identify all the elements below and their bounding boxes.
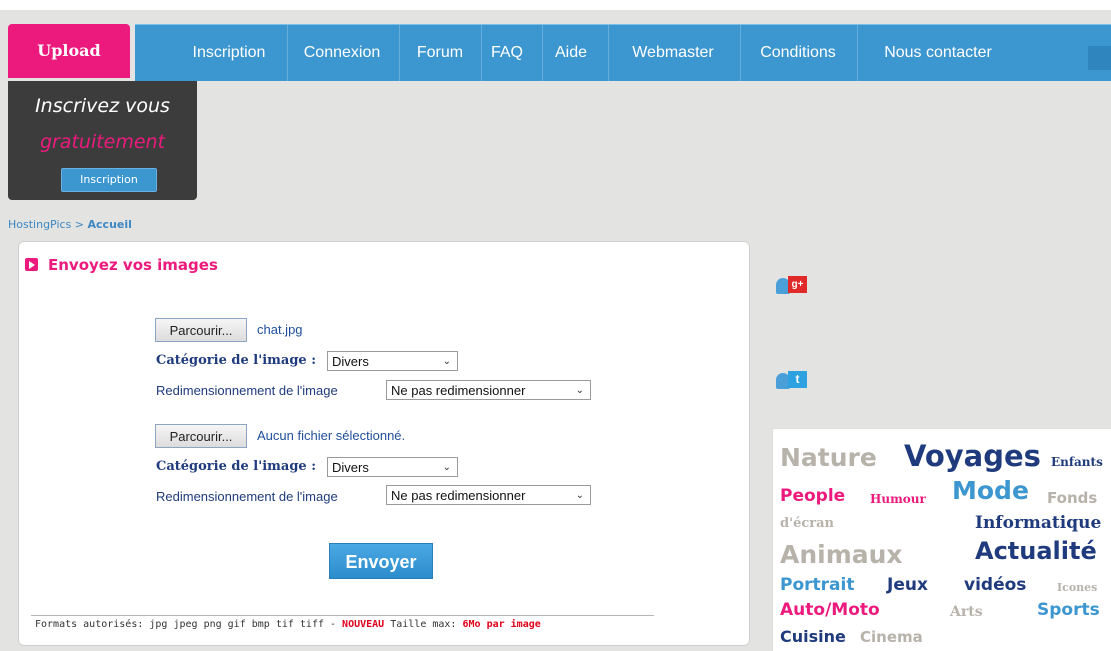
tag-icones[interactable]: Icones	[1057, 581, 1097, 594]
breadcrumb-site-link[interactable]: HostingPics	[8, 218, 71, 231]
tag-voyages[interactable]: Voyages	[904, 439, 1041, 473]
divider	[31, 615, 654, 616]
nav-forum[interactable]: Forum	[405, 25, 475, 81]
play-bullet-icon	[25, 258, 38, 271]
nav-nous-contacter[interactable]: Nous contacter	[863, 25, 1013, 81]
nav-divider	[542, 25, 543, 81]
upload-panel: Envoyez vos images Parcourir... chat.jpg…	[18, 241, 750, 646]
promo-line-2: gratuitement	[39, 131, 166, 153]
tag-people[interactable]: People	[780, 486, 845, 506]
size-text: Taille max:	[384, 619, 463, 630]
main-nav: Inscription Connexion Forum FAQ Aide Web…	[135, 24, 1111, 81]
breadcrumb: HostingPics > Accueil	[8, 218, 132, 231]
resize-select-1[interactable]: Ne pas redimensionner ⌄	[386, 380, 591, 400]
nav-divider	[399, 25, 400, 81]
file-name-2: Aucun fichier sélectionné.	[257, 428, 406, 443]
nav-divider	[608, 25, 609, 81]
category-select-2[interactable]: Divers ⌄	[327, 457, 458, 477]
tag-animaux[interactable]: Animaux	[780, 540, 903, 569]
tag-nature[interactable]: Nature	[780, 443, 877, 472]
breadcrumb-separator: >	[71, 218, 88, 231]
promo-line-1: Inscrivez vous	[35, 95, 170, 117]
new-badge: NOUVEAU	[342, 619, 385, 630]
resize-label-2: Redimensionnement de l'image	[156, 489, 338, 504]
browse-button-2[interactable]: Parcourir...	[155, 424, 247, 448]
promo-inscription-button[interactable]: Inscription	[61, 168, 157, 192]
tag-cloud: Nature Voyages Enfants People Humour Mod…	[772, 428, 1111, 651]
formats-info: Formats autorisés: jpg jpeg png gif bmp …	[35, 619, 541, 630]
nav-aide[interactable]: Aide	[545, 25, 597, 81]
upload-panel-title-text: Envoyez vos images	[48, 256, 218, 274]
upload-button[interactable]: Upload	[8, 24, 130, 78]
tag-auto-moto[interactable]: Auto/Moto	[780, 600, 880, 620]
upload-panel-title: Envoyez vos images	[25, 256, 218, 274]
nav-divider	[740, 25, 741, 81]
tag-mode[interactable]: Mode	[952, 476, 1029, 505]
chevron-down-icon: ⌄	[442, 462, 451, 473]
send-button[interactable]: Envoyer	[329, 543, 433, 579]
resize-value-1: Ne pas redimensionner	[391, 383, 526, 398]
tag-portrait[interactable]: Portrait	[780, 575, 854, 595]
category-value-2: Divers	[332, 460, 369, 475]
top-strip	[0, 0, 1111, 10]
tag-jeux[interactable]: Jeux	[887, 575, 928, 595]
twitter-share[interactable]: t	[776, 371, 810, 393]
tag-cinema[interactable]: Cinema	[860, 628, 923, 646]
category-value-1: Divers	[332, 354, 369, 369]
signup-promo: Inscrivez vous gratuitement Inscription	[8, 81, 197, 200]
tag-arts[interactable]: Arts	[950, 604, 983, 620]
tag-cuisine[interactable]: Cuisine	[780, 627, 846, 646]
chevron-down-icon: ⌄	[442, 356, 451, 367]
tag-informatique[interactable]: Informatique	[975, 513, 1101, 533]
nav-faq[interactable]: FAQ	[485, 25, 529, 81]
formats-text: Formats autorisés: jpg jpeg png gif bmp …	[35, 619, 343, 630]
tag-d-ecran[interactable]: d'écran	[780, 516, 834, 531]
browse-button-1[interactable]: Parcourir...	[155, 318, 247, 342]
tag-actualite[interactable]: Actualité	[975, 537, 1097, 565]
resize-label-1: Redimensionnement de l'image	[156, 383, 338, 398]
category-label-2: Catégorie de l'image :	[156, 459, 316, 474]
chevron-down-icon: ⌄	[575, 385, 584, 396]
nav-end-block	[1088, 46, 1111, 70]
tag-sports[interactable]: Sports	[1037, 600, 1100, 620]
resize-value-2: Ne pas redimensionner	[391, 488, 526, 503]
google-plus-icon: g+	[788, 276, 807, 293]
category-label-1: Catégorie de l'image :	[156, 353, 316, 368]
category-select-1[interactable]: Divers ⌄	[327, 351, 458, 371]
tag-enfants[interactable]: Enfants	[1051, 455, 1103, 469]
nav-conditions[interactable]: Conditions	[745, 25, 851, 81]
twitter-icon: t	[788, 371, 807, 388]
nav-inscription[interactable]: Inscription	[175, 25, 283, 81]
nav-divider	[857, 25, 858, 81]
nav-connexion[interactable]: Connexion	[290, 25, 394, 81]
size-value: 6Mo par image	[462, 619, 541, 630]
breadcrumb-current[interactable]: Accueil	[88, 218, 132, 231]
nav-divider	[481, 25, 482, 81]
nav-webmaster[interactable]: Webmaster	[613, 25, 733, 81]
file-name-1: chat.jpg	[257, 322, 303, 337]
tag-humour[interactable]: Humour	[870, 492, 926, 506]
tag-fonds[interactable]: Fonds	[1047, 489, 1097, 507]
nav-divider	[287, 25, 288, 81]
google-plus-share[interactable]: g+	[776, 276, 810, 298]
chevron-down-icon: ⌄	[575, 490, 584, 501]
tag-videos[interactable]: vidéos	[964, 575, 1026, 595]
resize-select-2[interactable]: Ne pas redimensionner ⌄	[386, 485, 591, 505]
